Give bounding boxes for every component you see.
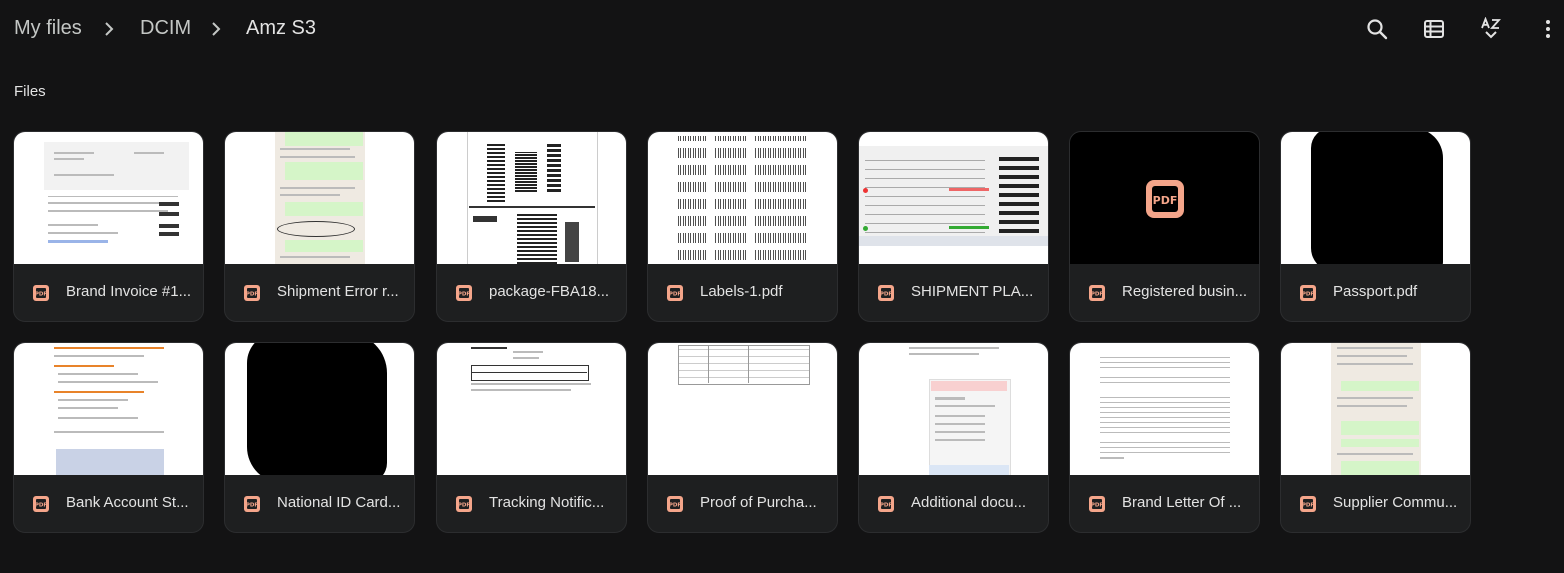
pdf-icon: PDF (667, 285, 683, 301)
file-name: SHIPMENT PLA... (911, 283, 1034, 300)
pdf-icon: PDF (878, 496, 894, 512)
file-name: Supplier Commu... (1333, 494, 1458, 511)
svg-text:PDF: PDF (246, 292, 259, 298)
more-vert-icon[interactable] (1536, 17, 1560, 41)
pdf-icon: PDF (244, 285, 260, 301)
file-card[interactable]: PDF Supplier Commu... (1280, 342, 1471, 533)
file-name: Passport.pdf (1333, 283, 1418, 300)
pdf-icon: PDF (878, 285, 894, 301)
file-thumbnail (859, 132, 1048, 264)
file-card[interactable]: PDF National ID Card... (224, 342, 415, 533)
svg-text:PDF: PDF (1302, 292, 1315, 298)
file-name: Proof of Purcha... (700, 494, 817, 511)
chevron-right-icon (212, 22, 221, 36)
pdf-icon: PDF (1300, 496, 1316, 512)
file-card[interactable]: PDF Passport.pdf (1280, 131, 1471, 322)
file-card[interactable]: PDF Brand Invoice #1... (13, 131, 204, 322)
file-card[interactable]: PDF Additional docu... (858, 342, 1049, 533)
breadcrumb-dcim[interactable]: DCIM (140, 17, 191, 40)
svg-text:PDF: PDF (669, 292, 682, 298)
file-card[interactable]: PDF Proof of Purcha... (647, 342, 838, 533)
file-name: Brand Invoice #1... (66, 283, 192, 300)
file-thumbnail: PDF (1070, 132, 1259, 264)
svg-text:PDF: PDF (246, 503, 259, 509)
file-thumbnail (1281, 343, 1470, 475)
file-name: Brand Letter Of ... (1122, 494, 1242, 511)
file-card[interactable]: PDF Bank Account St... (13, 342, 204, 533)
file-name: package-FBA18... (489, 283, 610, 300)
svg-text:PDF: PDF (35, 503, 48, 509)
file-thumbnail (648, 132, 837, 264)
svg-text:PDF: PDF (1091, 292, 1104, 298)
pdf-icon: PDF (1300, 285, 1316, 301)
svg-text:PDF: PDF (669, 503, 682, 509)
file-name: Shipment Error r... (277, 283, 399, 300)
file-thumbnail (14, 132, 203, 264)
file-name: Tracking Notific... (489, 494, 605, 511)
file-name: Registered busin... (1122, 283, 1248, 300)
pdf-icon: PDF (1089, 496, 1105, 512)
pdf-icon: PDF (456, 285, 472, 301)
breadcrumb-my-files[interactable]: My files (14, 17, 82, 40)
file-card[interactable]: PDF PDF Registered busin... (1069, 131, 1260, 322)
file-thumbnail (437, 132, 626, 264)
top-bar: My files DCIM Amz S3 (0, 0, 1564, 58)
file-name: Bank Account St... (66, 494, 189, 511)
svg-text:PDF: PDF (1091, 503, 1104, 509)
file-card[interactable]: PDF Shipment Error r... (224, 131, 415, 322)
chevron-right-icon (105, 22, 114, 36)
file-thumbnail (14, 343, 203, 475)
file-card[interactable]: PDF Tracking Notific... (436, 342, 627, 533)
file-thumbnail (859, 343, 1048, 475)
file-card[interactable]: PDF SHIPMENT PLA... (858, 131, 1049, 322)
file-thumbnail (1070, 343, 1259, 475)
pdf-icon: PDF (33, 285, 49, 301)
pdf-icon: PDF (1089, 285, 1105, 301)
file-thumbnail (225, 132, 414, 264)
file-thumbnail (648, 343, 837, 475)
sort-az-icon[interactable] (1479, 17, 1503, 41)
pdf-icon: PDF (456, 496, 472, 512)
svg-text:PDF: PDF (458, 503, 471, 509)
svg-text:PDF: PDF (35, 292, 48, 298)
file-card[interactable]: PDF Labels-1.pdf (647, 131, 838, 322)
file-card[interactable]: PDF Brand Letter Of ... (1069, 342, 1260, 533)
list-view-icon[interactable] (1422, 17, 1446, 41)
pdf-icon: PDF (1146, 180, 1184, 218)
file-name: National ID Card... (277, 494, 401, 511)
search-icon[interactable] (1365, 17, 1389, 41)
pdf-icon: PDF (33, 496, 49, 512)
file-thumbnail (225, 343, 414, 475)
file-name: Labels-1.pdf (700, 283, 783, 300)
svg-text:PDF: PDF (880, 292, 893, 298)
breadcrumb-amz-s3: Amz S3 (246, 17, 317, 39)
section-title: Files (14, 83, 46, 100)
file-thumbnail (437, 343, 626, 475)
svg-text:PDF: PDF (880, 503, 893, 509)
svg-text:PDF: PDF (1153, 194, 1178, 207)
file-thumbnail (1281, 132, 1470, 264)
svg-text:PDF: PDF (1302, 503, 1315, 509)
pdf-icon: PDF (244, 496, 260, 512)
svg-text:PDF: PDF (458, 292, 471, 298)
pdf-icon: PDF (667, 496, 683, 512)
file-name: Additional docu... (911, 494, 1027, 511)
file-card[interactable]: PDF package-FBA18... (436, 131, 627, 322)
